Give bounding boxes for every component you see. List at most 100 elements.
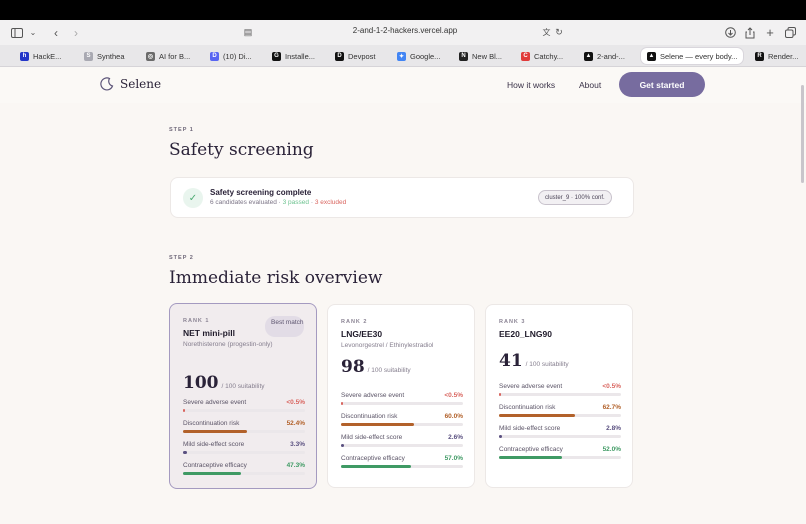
tab-label: Selene — every body... <box>660 51 738 61</box>
tab-label: New Bl... <box>472 51 503 61</box>
option-ingredients: Levonorgestrel / Ethinylestradiol <box>341 342 434 349</box>
chevron-down-icon[interactable]: ⌄ <box>28 24 38 41</box>
metric-row: Mild side-effect score 2.8% <box>499 425 621 439</box>
metric-bar-fill <box>341 402 343 405</box>
risk-card[interactable]: RANK 2 LNG/EE30 Levonorgestrel / Ethinyles… <box>327 304 475 488</box>
metric-row: Contraceptive efficacy 47.3% <box>183 462 305 476</box>
nav-how-it-works[interactable]: How it works <box>507 80 555 90</box>
metric-bar-track <box>499 414 621 417</box>
download-icon[interactable] <box>724 24 736 41</box>
reload-icon[interactable]: ↻ <box>554 24 564 41</box>
rank-label: RANK 3 <box>499 319 526 325</box>
tab-label: Catchy... <box>534 51 564 61</box>
metric-value: 52.0% <box>602 446 621 453</box>
page-scrollbar[interactable] <box>801 85 804 183</box>
browser-tab[interactable]: D Devpost <box>335 48 376 64</box>
metric-row: Severe adverse event <0.5% <box>499 383 621 397</box>
browser-tab[interactable]: R Render... <box>755 48 798 64</box>
tab-favicon-icon: ▲ <box>647 51 656 61</box>
moon-icon <box>100 77 114 91</box>
metric-bar-track <box>183 430 305 433</box>
metric-bar-fill <box>341 423 414 426</box>
metric-label: Severe adverse event <box>499 383 563 390</box>
step1-title: Safety screening <box>169 140 314 160</box>
screening-summary: 6 candidates evaluated · 3 passed · 3 ex… <box>210 199 346 206</box>
metric-label: Contraceptive efficacy <box>341 455 405 462</box>
metric-value: 62.7% <box>602 404 621 411</box>
metric-bar-track <box>499 393 621 396</box>
metric-label: Mild side-effect score <box>183 441 245 448</box>
metric-row: Mild side-effect score 2.6% <box>341 434 463 448</box>
risk-card[interactable]: RANK 1 NET mini-pill Norethisterone (proge… <box>169 303 317 489</box>
tab-favicon-icon: N <box>459 51 468 61</box>
address-bar[interactable]: 2-and-1-2-hackers.vercel.app <box>320 26 490 35</box>
tab-overview-icon[interactable] <box>784 24 796 41</box>
browser-tab[interactable]: G Installe... <box>272 48 315 64</box>
metric-bar-fill <box>183 430 247 433</box>
new-tab-icon[interactable]: + <box>764 24 776 41</box>
browser-tab[interactable]: ▲ Selene — every body... <box>641 48 744 64</box>
browser-tab[interactable]: D (10) Di... <box>210 48 252 64</box>
tab-label: Render... <box>768 51 799 61</box>
sidebar-toggle-icon[interactable] <box>10 24 24 41</box>
metric-bar-fill <box>499 456 562 459</box>
suitability-score: 100 / 100 suitability <box>183 373 265 393</box>
metric-bar-fill <box>341 465 411 468</box>
best-match-badge: Best match <box>265 316 304 337</box>
browser-tab[interactable]: ◎ AI for B... <box>146 48 190 64</box>
browser-tab[interactable]: ✦ Google... <box>397 48 440 64</box>
reader-icon[interactable]: ▤ <box>243 24 253 41</box>
browser-tab[interactable]: h HackE... <box>20 48 61 64</box>
checkmark-icon: ✓ <box>183 188 203 208</box>
step1-label: STEP 1 <box>169 127 194 133</box>
tab-label: AI for B... <box>159 51 191 61</box>
get-started-button[interactable]: Get started <box>619 72 705 97</box>
metric-value: 2.6% <box>448 434 463 441</box>
tab-label: Installe... <box>285 51 316 61</box>
back-icon[interactable]: ‹ <box>50 24 62 41</box>
metric-label: Mild side-effect score <box>499 425 561 432</box>
metric-value: 52.4% <box>286 420 305 427</box>
metric-label: Discontinuation risk <box>183 420 240 427</box>
metric-value: <0.5% <box>444 392 463 399</box>
forward-icon[interactable]: › <box>70 24 82 41</box>
nav-about[interactable]: About <box>579 80 601 90</box>
browser-tab[interactable]: S Synthea <box>84 48 125 64</box>
tab-favicon-icon: ✦ <box>397 51 406 61</box>
browser-toolbar: ⌄ ‹ › ▤ 2-and-1-2-hackers.vercel.app 文 ↻… <box>0 20 806 45</box>
metric-label: Severe adverse event <box>341 392 405 399</box>
tab-label: (10) Di... <box>223 51 252 61</box>
brand-logo[interactable]: Selene <box>100 77 161 91</box>
score-unit: / 100 suitability <box>525 361 569 368</box>
score-unit: / 100 suitability <box>367 367 411 374</box>
translate-icon[interactable]: 文 <box>541 24 552 41</box>
tab-favicon-icon: C <box>521 51 530 61</box>
metric-row: Discontinuation risk 60.0% <box>341 413 463 427</box>
option-name: EE20_LNG90 <box>499 329 552 339</box>
metric-bar-track <box>341 444 463 447</box>
metric-label: Mild side-effect score <box>341 434 403 441</box>
rank-label: RANK 1 <box>183 318 210 324</box>
metric-bar-track <box>499 435 621 438</box>
browser-tab[interactable]: C Catchy... <box>521 48 563 64</box>
metric-bar-track <box>499 456 621 459</box>
brand-name: Selene <box>120 77 162 91</box>
metric-bar-fill <box>499 393 501 396</box>
risk-card[interactable]: RANK 3 EE20_LNG90 41 / 100 suitability Se… <box>485 304 633 488</box>
metric-label: Discontinuation risk <box>499 404 556 411</box>
rank-label: RANK 2 <box>341 319 368 325</box>
option-name: NET mini-pill <box>183 328 235 338</box>
metric-label: Contraceptive efficacy <box>499 446 563 453</box>
tab-favicon-icon: G <box>272 51 281 61</box>
metric-row: Severe adverse event <0.5% <box>183 399 305 413</box>
metric-bar-fill <box>341 444 344 447</box>
browser-tab[interactable]: ▲ 2-and-... <box>584 48 625 64</box>
browser-tab[interactable]: N New Bl... <box>459 48 502 64</box>
metric-label: Discontinuation risk <box>341 413 398 420</box>
share-icon[interactable] <box>744 24 756 41</box>
tab-favicon-icon: D <box>335 51 344 61</box>
tab-favicon-icon: ▲ <box>584 51 593 61</box>
metric-bar-fill <box>183 472 241 475</box>
tab-label: 2-and-... <box>597 51 625 61</box>
tab-bar: h HackE... S Synthea ◎ AI for B... D (10) Di...… <box>0 45 806 67</box>
